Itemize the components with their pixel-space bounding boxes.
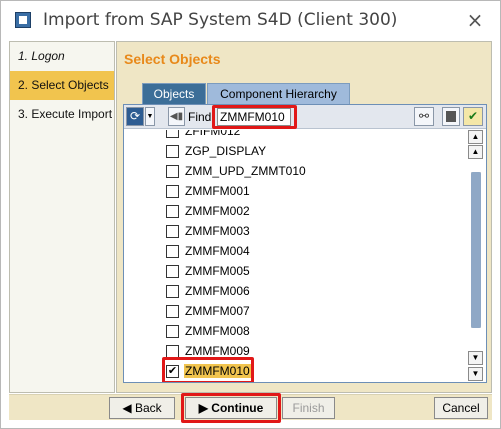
list-item[interactable]: ZGP_DISPLAY [166,141,267,161]
list-item-label: ZMMFM008 [185,324,250,338]
checkbox[interactable] [166,284,179,298]
import-dialog: Import from SAP System S4D (Client 300) … [0,0,501,429]
list-item[interactable]: ZMMFM001 [166,181,251,201]
find-label: Find [188,110,212,124]
vertical-scrollbar[interactable]: ▲ ▲ ▼ ▼ [468,130,484,382]
binoculars-icon[interactable]: ⚯ [414,107,434,126]
checkbox[interactable] [166,344,179,358]
list-item-label: ZGP_DISPLAY [185,144,267,158]
list-item[interactable]: ZMMFM004 [166,241,251,261]
checkbox[interactable] [166,164,179,178]
list-item[interactable]: ZMMFM006 [166,281,251,301]
list-item-label: ZMMFM006 [185,284,250,298]
cancel-button[interactable]: Cancel [434,397,488,419]
scroll-top-icon[interactable]: ▲ [468,130,483,144]
step-select-objects[interactable]: 2. Select Objects [10,71,114,100]
objects-list: ZFIFM012 ZGP_DISPLAY ZMM_UPD_ZMMT010 ZMM… [124,130,464,382]
window-title: Import from SAP System S4D (Client 300) [43,10,398,30]
list-item[interactable]: ZMMFM002 [166,201,251,221]
back-button[interactable]: ◀ Back [109,397,175,419]
scroll-thumb[interactable] [471,172,481,328]
dropdown-arrow-icon[interactable]: ▼ [145,107,155,126]
close-button[interactable]: × [462,7,488,33]
check-icon[interactable]: ✔ [463,107,483,126]
list-item-label: ZFIFM012 [185,130,241,138]
checkbox[interactable] [166,224,179,238]
checkbox[interactable] [166,244,179,258]
tab-objects[interactable]: Objects [142,83,206,105]
objects-panel: ⟳ ▼ ◀▮ Find ⚯ ✔ ZFIFM012 ZGP_DISPLAY [123,104,487,383]
scroll-track[interactable] [471,172,481,328]
section-title: Select Objects [124,51,221,67]
checkbox[interactable] [166,324,179,338]
checkbox[interactable] [166,204,179,218]
list-item-label: ZMMFM002 [185,204,250,218]
app-icon [15,12,31,28]
content-area: Select Objects Objects Component Hierarc… [116,41,492,393]
scroll-up-icon[interactable]: ▲ [468,145,483,159]
tab-component-hierarchy[interactable]: Component Hierarchy [207,83,350,105]
title-bar: Import from SAP System S4D (Client 300) … [1,1,500,39]
list-item[interactable]: ZMMFM005 [166,261,251,281]
find-icon[interactable]: ◀▮ [168,107,185,126]
scroll-down-icon[interactable]: ▼ [468,351,483,365]
list-item[interactable]: ZMMFM003 [166,221,251,241]
list-item-label: ZMM_UPD_ZMMT010 [185,164,306,178]
checkbox[interactable] [166,144,179,158]
continue-highlight-box [181,393,281,423]
list-item[interactable]: ZMMFM007 [166,301,251,321]
wizard-steps: 1. Logon 2. Select Objects 3. Execute Im… [9,41,115,393]
list-item[interactable]: ZFIFM012 [166,130,241,141]
stop-icon[interactable] [442,107,460,126]
list-item-label: ZMMFM009 [185,344,250,358]
checkbox[interactable] [166,130,179,138]
list-item-label: ZMMFM004 [185,244,250,258]
finish-button[interactable]: Finish [282,397,335,419]
list-item-label: ZMMFM001 [185,184,250,198]
step-logon[interactable]: 1. Logon [10,42,114,71]
checkbox[interactable] [166,264,179,278]
scroll-bottom-icon[interactable]: ▼ [468,367,483,381]
step-execute-import[interactable]: 3. Execute Import [10,100,114,129]
list-item[interactable]: ZMMFM008 [166,321,251,341]
find-highlight-box [212,105,297,129]
list-item-label: ZMMFM007 [185,304,250,318]
list-item-label: ZMMFM003 [185,224,250,238]
toolbar: ⟳ ▼ ◀▮ Find ⚯ ✔ [124,105,486,129]
back-arrow-icon: ◀ [122,401,132,415]
back-button-label: Back [134,401,162,415]
selected-item-highlight-box [162,357,254,382]
checkbox[interactable] [166,184,179,198]
refresh-icon[interactable]: ⟳ [126,107,144,126]
list-item-label: ZMMFM005 [185,264,250,278]
button-bar: ◀ Back ▶ Continue Finish Cancel [9,393,492,423]
list-item[interactable]: ZMM_UPD_ZMMT010 [166,161,307,181]
checkbox[interactable] [166,304,179,318]
